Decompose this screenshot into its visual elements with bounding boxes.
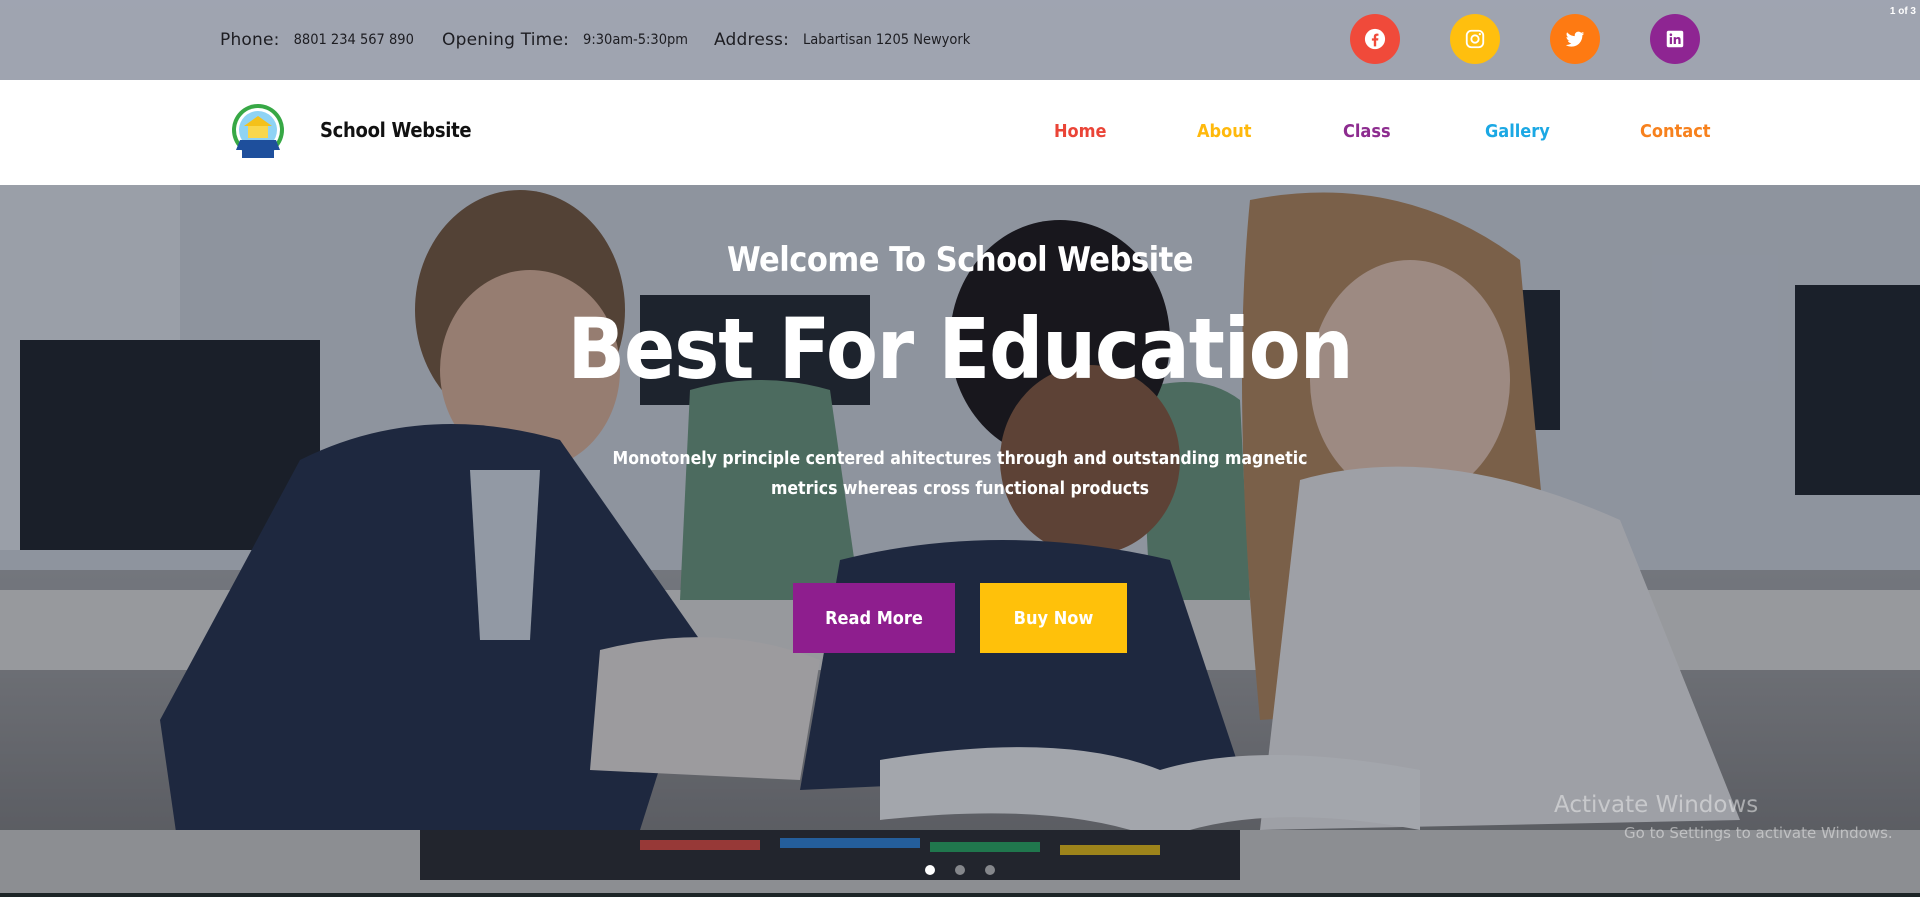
nav-about[interactable]: About xyxy=(1197,121,1252,142)
facebook-link[interactable] xyxy=(1350,14,1400,64)
buy-now-button[interactable]: Buy Now xyxy=(980,583,1127,653)
watermark-subtitle: Go to Settings to activate Windows. xyxy=(1624,824,1893,842)
linkedin-link[interactable] xyxy=(1650,14,1700,64)
address-value: Labartisan 1205 Newyork xyxy=(803,32,971,48)
school-logo[interactable] xyxy=(230,102,286,164)
slider-dot[interactable] xyxy=(985,865,995,875)
hero-title: Best For Education xyxy=(567,300,1353,398)
nav-contact[interactable]: Contact xyxy=(1640,121,1711,142)
nav-home[interactable]: Home xyxy=(1054,121,1107,142)
facebook-icon xyxy=(1364,28,1386,50)
bottom-strip xyxy=(0,893,1920,897)
opening-time-value: 9:30am-5:30pm xyxy=(583,32,689,48)
nav-class[interactable]: Class xyxy=(1343,121,1391,142)
linkedin-icon xyxy=(1666,30,1684,48)
site-name[interactable]: School Website xyxy=(320,118,472,142)
slider-dot[interactable] xyxy=(955,865,965,875)
page-counter: 1 of 3 xyxy=(1889,6,1916,17)
read-more-button[interactable]: Read More xyxy=(793,583,955,653)
address-info: Address: Labartisan 1205 Newyork xyxy=(714,0,970,80)
address-label: Address: xyxy=(714,30,790,50)
twitter-icon xyxy=(1565,31,1585,47)
watermark-title: Activate Windows xyxy=(1554,792,1759,818)
instagram-icon xyxy=(1465,29,1485,49)
opening-time-info: Opening Time: 9:30am-5:30pm xyxy=(442,0,688,80)
twitter-link[interactable] xyxy=(1550,14,1600,64)
top-info-bar: Phone: 8801 234 567 890 Opening Time: 9:… xyxy=(0,0,1920,80)
hero-description: Monotonely principle centered ahitecture… xyxy=(612,449,1308,499)
nav-gallery[interactable]: Gallery xyxy=(1485,121,1550,142)
slider-dot[interactable] xyxy=(925,865,935,875)
slider-dots xyxy=(925,865,995,875)
phone-label: Phone: xyxy=(220,30,280,50)
phone-info: Phone: 8801 234 567 890 xyxy=(220,0,414,80)
phone-value: 8801 234 567 890 xyxy=(293,32,414,48)
hero-subtitle: Welcome To School Website xyxy=(726,240,1194,280)
windows-activation-watermark: Activate Windows Go to Settings to activ… xyxy=(1554,792,1893,842)
social-links xyxy=(1350,14,1700,64)
opening-time-label: Opening Time: xyxy=(442,30,570,50)
main-navbar: School Website Home About Class Gallery … xyxy=(0,80,1920,185)
instagram-link[interactable] xyxy=(1450,14,1500,64)
